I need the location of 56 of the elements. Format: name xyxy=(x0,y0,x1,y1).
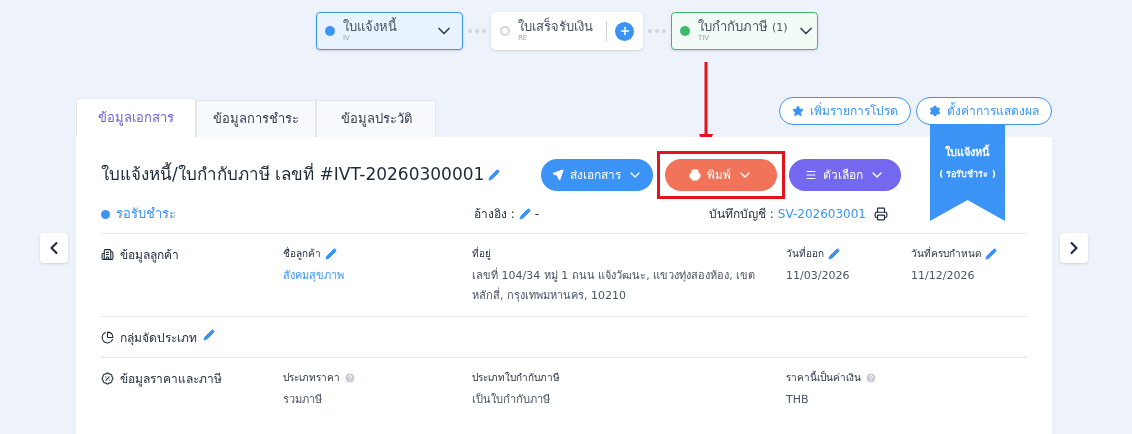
edit-icon[interactable] xyxy=(518,208,531,220)
reference-label: อ้างอิง : xyxy=(474,206,515,223)
account-label: บันทึกบัญชี : xyxy=(708,206,774,223)
add-button[interactable] xyxy=(615,21,634,41)
action-link-button[interactable]: ตั้งค่าการแสดงผล xyxy=(916,97,1052,125)
step-count: (1) xyxy=(772,22,788,33)
action-button[interactable]: พิมพ์ xyxy=(665,159,777,191)
document-title: ใบแจ้งหนี้/ใบกำกับภาษี เลขที่ #IVT-20260300001 xyxy=(101,162,485,187)
step-label: ใบกำกับภาษี xyxy=(698,20,768,33)
edit-icon[interactable] xyxy=(828,247,840,260)
document-status: รอรับชำระ xyxy=(116,205,176,224)
action-button[interactable]: ส่งเอกสาร xyxy=(541,159,653,191)
tab[interactable]: ข้อมูลเอกสาร xyxy=(76,98,196,137)
edit-icon[interactable] xyxy=(488,169,501,181)
field-label: ชื่อลูกค้า xyxy=(283,246,321,261)
plus-icon xyxy=(618,25,631,37)
menu-icon xyxy=(805,169,817,181)
account-link[interactable]: SV-202603001 xyxy=(777,205,866,223)
section-title: ข้อมูลลูกค้า xyxy=(120,247,179,264)
section-title: ข้อมูลราคาและภาษี xyxy=(120,371,222,388)
pie-chart-icon xyxy=(101,331,114,344)
settings-icon xyxy=(929,105,941,117)
field-label: ที่อยู่ xyxy=(472,246,491,261)
help-icon[interactable] xyxy=(865,371,877,384)
ribbon-status: ( รอรับชำระ ) xyxy=(939,167,996,181)
printer-icon[interactable] xyxy=(874,207,888,221)
tab[interactable]: ข้อมูลการชำระ xyxy=(196,100,316,137)
field-label: วันที่ครบกำหนด xyxy=(911,246,981,261)
previous-button[interactable] xyxy=(40,233,68,263)
edit-icon[interactable] xyxy=(325,247,337,260)
customer-link[interactable]: สังคมสุขภาพ xyxy=(283,266,456,286)
field-value: 11/12/2026 xyxy=(911,268,976,284)
next-button[interactable] xyxy=(1060,233,1088,263)
send-icon xyxy=(551,169,564,181)
field-value: เป็นใบกำกับภาษี xyxy=(472,391,551,408)
field-label: ประเภทใบกำกับภาษี xyxy=(472,371,560,385)
edit-icon[interactable] xyxy=(203,329,215,341)
printer-icon xyxy=(689,169,701,181)
percent-icon xyxy=(101,372,114,385)
field-value: เลขที่ 104/34 หมู่ 1 ถนน แจ้งวัฒนะ, แขวงทุ่งสองห้อง, เขตหลักสี่, กรุงเทพมหานคร, 10210 xyxy=(472,266,757,304)
building-icon xyxy=(101,248,114,261)
tab[interactable]: ข้อมูลประวัติ xyxy=(316,100,436,137)
field-value: รวมภาษี xyxy=(283,392,323,408)
action-button[interactable]: ตัวเลือก xyxy=(789,159,901,191)
star-icon xyxy=(792,105,804,117)
reference-value: - xyxy=(534,206,540,223)
action-link-button[interactable]: เพิ่มรายการโปรด xyxy=(779,97,911,125)
section-title: กลุ่มจัดประเภท xyxy=(120,330,197,347)
field-value: THB xyxy=(786,392,810,408)
ribbon-title: ใบแจ้งหนี้ xyxy=(945,145,990,161)
field-label: ประเภทราคา xyxy=(283,371,340,385)
help-icon[interactable] xyxy=(344,371,356,384)
field-label: วันที่ออก xyxy=(786,246,824,261)
edit-icon[interactable] xyxy=(985,247,997,260)
field-value: 11/03/2026 xyxy=(786,268,851,284)
field-label: ราคานี้เป็นค่าเงิน xyxy=(786,370,861,385)
